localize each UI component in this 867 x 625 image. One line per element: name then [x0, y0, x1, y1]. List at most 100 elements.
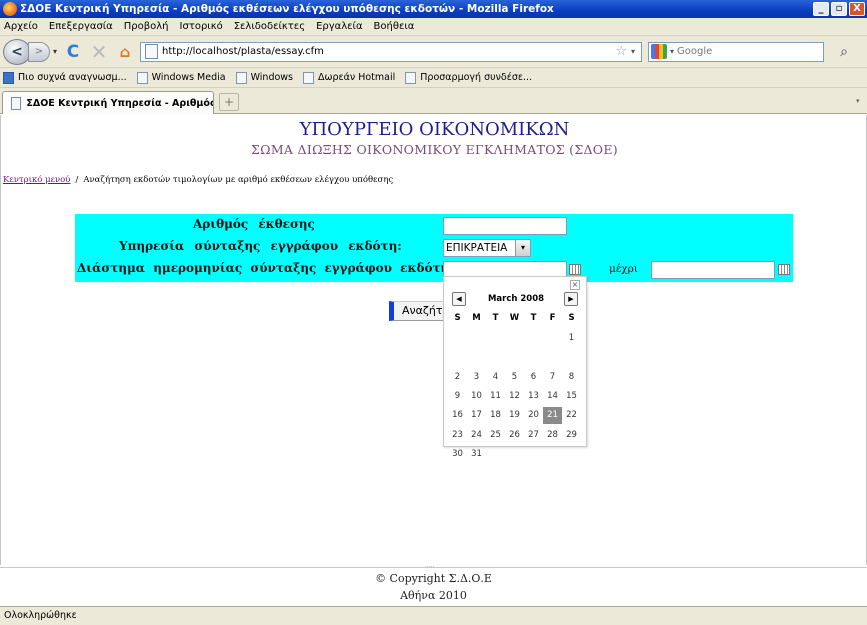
calendar-day[interactable]: 18: [486, 407, 505, 424]
calendar-day[interactable]: 10: [467, 388, 486, 405]
back-button[interactable]: <: [3, 38, 31, 65]
calendar-day[interactable]: 20: [524, 407, 543, 424]
calendar-day[interactable]: 30: [448, 446, 467, 463]
calendar-day[interactable]: 16: [448, 407, 467, 424]
calendar-day[interactable]: 28: [543, 427, 562, 444]
calendar-day[interactable]: 3: [467, 369, 486, 386]
page-content: ΥΠΟΥΡΓΕΙΟ ΟΙΚΟΝΟΜΙΚΩΝ ΣΩΜΑ ΔΙΩΞΗΣ ΟΙΚΟΝΟ…: [0, 115, 867, 565]
calendar-day[interactable]: 13: [524, 388, 543, 405]
close-icon[interactable]: ×: [570, 280, 580, 290]
new-tab-button[interactable]: +: [219, 93, 239, 111]
calendar-day[interactable]: 15: [562, 388, 581, 405]
search-engine-dropdown-icon[interactable]: ▾: [670, 47, 674, 56]
bookmark-most-visited[interactable]: Πιο συχνά αναγνωσμ...: [3, 71, 127, 84]
search-box[interactable]: ▾: [648, 41, 825, 62]
service-label: Υπηρεσία σύνταξης εγγράφου εκδότη:: [119, 239, 402, 253]
page-footer: © Copyright Σ.Δ.Ο.Ε Αθήνα 2010: [0, 570, 867, 604]
calendar-day[interactable]: 26: [505, 427, 524, 444]
tab-list-icon[interactable]: ▾: [856, 97, 865, 105]
weekday-label: T: [530, 313, 537, 323]
previous-month-button[interactable]: ◀: [452, 292, 466, 306]
calendar-day[interactable]: 4: [486, 369, 505, 386]
service-select[interactable]: ΕΠΙΚΡΑΤΕΙΑ ▾: [443, 239, 531, 257]
calendar-empty-cell: [448, 349, 467, 366]
bookmark-customize-links[interactable]: Προσαρμογή συνδέσε...: [405, 71, 532, 84]
copyright-text: © Copyright Σ.Δ.Ο.Ε: [375, 572, 492, 585]
calendar-day[interactable]: 8: [562, 369, 581, 386]
history-dropdown-icon[interactable]: ▾: [53, 47, 57, 56]
calendar-day[interactable]: 7: [543, 369, 562, 386]
home-icon[interactable]: ⌂: [114, 41, 136, 63]
calendar-day[interactable]: 2: [448, 369, 467, 386]
calendar-week-row: 1: [448, 329, 584, 348]
bookmark-windows[interactable]: Windows: [235, 71, 294, 84]
bookmark-star-icon[interactable]: ☆: [615, 44, 627, 59]
calendar-day[interactable]: 23: [448, 427, 467, 444]
calendar-weekday-header: S M T W T F S: [448, 313, 584, 323]
menu-edit[interactable]: Επεξεργασία: [49, 21, 113, 32]
chevron-down-icon[interactable]: ▾: [515, 240, 530, 256]
calendar-day[interactable]: 1: [562, 330, 581, 347]
address-bar[interactable]: http://localhost/plasta/essay.cfm ☆ ▾: [140, 41, 643, 62]
calendar-day[interactable]: 19: [505, 407, 524, 424]
calendar-day[interactable]: 12: [505, 388, 524, 405]
reload-icon[interactable]: C: [62, 41, 84, 63]
calendar-day[interactable]: 17: [467, 407, 486, 424]
calendar-empty-cell: [448, 330, 467, 347]
weekday-label: M: [472, 313, 481, 323]
main-menu-link[interactable]: Κεντρικό μενού: [3, 175, 70, 185]
google-icon[interactable]: [651, 44, 668, 59]
calendar-day[interactable]: 25: [486, 427, 505, 444]
stop-icon[interactable]: ✕: [88, 40, 110, 64]
date-to-input[interactable]: [651, 261, 775, 279]
date-range-label: Διάστημα ημερομηνίας σύνταξης εγγράφου ε…: [77, 261, 454, 275]
calendar-icon[interactable]: [778, 264, 790, 275]
menu-file[interactable]: Αρχείο: [4, 21, 38, 32]
calendar-day[interactable]: 22: [562, 407, 581, 424]
weekday-label: T: [492, 313, 499, 323]
bookmark-folder-icon: [3, 71, 14, 84]
calendar-day[interactable]: 5: [505, 369, 524, 386]
bookmark-label: Windows: [250, 72, 294, 83]
calendar-empty-cell: [543, 330, 562, 347]
menu-view[interactable]: Προβολή: [124, 21, 169, 32]
calendar-day[interactable]: 21: [543, 407, 562, 425]
calendar-day[interactable]: 31: [467, 446, 486, 463]
calendar-empty-cell: [543, 349, 562, 366]
search-magnifier-icon[interactable]: ⌕: [834, 42, 854, 62]
minimize-button[interactable]: _: [813, 2, 829, 16]
breadcrumb-separator: /: [75, 175, 79, 185]
weekday-label: S: [454, 313, 461, 323]
next-month-button[interactable]: ▶: [564, 292, 578, 306]
menu-tools[interactable]: Εργαλεία: [316, 21, 362, 32]
tab-active[interactable]: ΣΔΟΕ Κεντρική Υπηρεσία - Αριθμός...: [2, 91, 214, 114]
calendar-day[interactable]: 24: [467, 427, 486, 444]
calendar-day[interactable]: 11: [486, 388, 505, 405]
weekday-label: W: [509, 313, 520, 323]
menu-history[interactable]: Ιστορικό: [180, 21, 223, 32]
bookmark-windows-media[interactable]: Windows Media: [136, 71, 226, 84]
calendar-day[interactable]: 14: [543, 388, 562, 405]
calendar-week-row: [448, 348, 584, 367]
weekday-label: S: [568, 313, 575, 323]
url-text[interactable]: http://localhost/plasta/essay.cfm: [162, 46, 615, 57]
menu-help[interactable]: Βοήθεια: [374, 21, 415, 32]
calendar-empty-cell: [467, 330, 486, 347]
forward-button[interactable]: >: [28, 41, 50, 62]
menu-bookmarks[interactable]: Σελιδοδείκτες: [234, 21, 305, 32]
calendar-day[interactable]: 29: [562, 427, 581, 444]
search-input[interactable]: [677, 46, 824, 57]
maximize-button[interactable]: ▫: [831, 2, 847, 16]
calendar-icon[interactable]: [569, 264, 581, 275]
calendar-day[interactable]: 6: [524, 369, 543, 386]
url-dropdown-icon[interactable]: ▾: [631, 47, 635, 56]
calendar-day[interactable]: 9: [448, 388, 467, 405]
close-button[interactable]: X: [849, 2, 865, 16]
service-select-value: ΕΠΙΚΡΑΤΕΙΑ: [446, 242, 508, 254]
search-button[interactable]: Αναζήτηση: [389, 301, 449, 321]
report-number-input[interactable]: [443, 217, 567, 235]
calendar-empty-cell: [486, 446, 505, 463]
bookmark-hotmail[interactable]: Δωρεάν Hotmail: [303, 71, 395, 84]
search-form: Αριθμός έκθεσης Υπηρεσία σύνταξης εγγράφ…: [75, 214, 793, 282]
calendar-day[interactable]: 27: [524, 427, 543, 444]
